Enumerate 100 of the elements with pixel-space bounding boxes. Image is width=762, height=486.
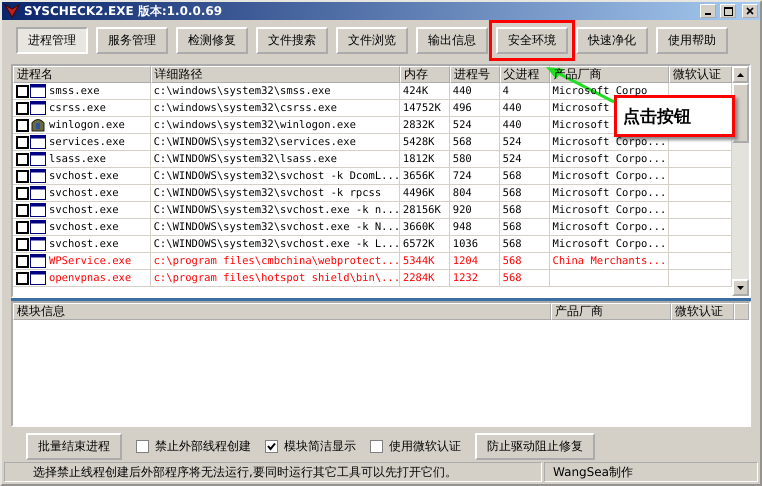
window-icon	[30, 203, 46, 217]
window-icon	[30, 169, 46, 183]
minimize-button[interactable]	[700, 4, 716, 18]
column-header[interactable]: 模块信息	[13, 303, 551, 320]
checkbox[interactable]	[265, 440, 278, 452]
table-cell: 524	[502, 153, 522, 165]
column-header[interactable]: 产品厂商	[551, 303, 671, 320]
checkbox[interactable]	[136, 440, 149, 452]
table-cell: Microsoft	[552, 119, 610, 131]
table-cell: 524	[502, 136, 522, 148]
column-header[interactable]: 进程号	[450, 66, 500, 83]
action-button[interactable]: 批量结束进程	[26, 432, 122, 460]
table-cell: 4	[502, 85, 509, 97]
column-header[interactable]: 微软认证	[671, 303, 734, 320]
checkbox[interactable]	[16, 220, 29, 234]
table-cell: 568	[502, 238, 522, 250]
window-icon	[30, 84, 46, 98]
table-cell: Microsoft Corpo...	[552, 170, 666, 182]
checkbox-label[interactable]: 禁止外部线程创建	[155, 438, 251, 454]
checkbox[interactable]	[16, 238, 29, 250]
toolbar-tab[interactable]: 使用帮助	[656, 27, 728, 54]
scroll-up-icon[interactable]	[732, 66, 749, 83]
table-cell: c:\program files\hotspot shield\bin\...	[154, 272, 399, 284]
checkbox-label[interactable]: 模块简洁显示	[284, 438, 356, 454]
table-cell: 568	[502, 170, 522, 182]
window-icon	[30, 101, 46, 115]
table-cell: 804	[452, 187, 472, 199]
checkbox[interactable]	[16, 204, 29, 216]
app-icon	[4, 4, 20, 18]
close-button[interactable]	[742, 4, 758, 18]
toolbar-tab[interactable]: 文件浏览	[336, 27, 408, 54]
toolbar-tab[interactable]: 检测修复	[176, 27, 248, 54]
checkbox[interactable]	[16, 102, 29, 114]
window-icon	[30, 237, 46, 251]
toolbar-tab[interactable]: 文件搜索	[256, 27, 328, 54]
checkbox[interactable]	[16, 272, 29, 284]
table-cell: C:\WINDOWS\system32\svchost -k DcomL...	[154, 170, 399, 182]
table-cell: 2284K	[402, 272, 434, 284]
table-cell: C:\WINDOWS\system32\svchost.exe -k n...	[154, 204, 399, 216]
toolbar-tab[interactable]: 安全环境	[496, 27, 568, 54]
table-cell: 920	[452, 204, 472, 216]
toolbar-tab[interactable]: 进程管理	[16, 27, 88, 54]
table-cell: C:\WINDOWS\system32\services.exe	[154, 136, 356, 148]
shield-icon	[30, 118, 46, 132]
table-cell: 424K	[402, 85, 428, 97]
table-cell: 1812K	[402, 153, 434, 165]
table-cell: 568	[502, 255, 522, 267]
window-title: SYSCHECK2.EXE 版本:1.0.0.69	[24, 2, 224, 20]
toolbar-tab[interactable]: 服务管理	[96, 27, 168, 54]
table-cell: 440	[502, 119, 522, 131]
checkbox[interactable]	[16, 152, 29, 166]
checkbox-label[interactable]: 使用微软认证	[389, 438, 461, 454]
table-cell: c:\program files\cmbchina\webprotect...	[154, 255, 399, 267]
column-header[interactable]: 父进程	[500, 66, 550, 83]
table-cell: Microsoft	[552, 102, 610, 114]
process-name: svchost.exe	[48, 169, 119, 184]
window-icon	[30, 135, 46, 149]
checkbox[interactable]	[16, 186, 29, 200]
toolbar-tab[interactable]: 输出信息	[416, 27, 488, 54]
action-button[interactable]: 防止驱动阻止修复	[475, 432, 595, 460]
process-name: svchost.exe	[48, 237, 119, 252]
process-name: svchost.exe	[48, 203, 119, 218]
table-cell: 5428K	[402, 136, 434, 148]
column-header[interactable]: 进程名	[13, 66, 151, 83]
process-name: svchost.exe	[48, 220, 119, 235]
maximize-button[interactable]	[720, 4, 736, 18]
window-icon	[30, 254, 46, 268]
toolbar-tab[interactable]: 快速净化	[576, 27, 648, 54]
checkbox[interactable]	[16, 254, 29, 268]
table-cell: 568	[502, 272, 522, 284]
process-name: smss.exe	[48, 84, 100, 99]
table-cell: 2832K	[402, 119, 434, 131]
table-cell: 6572K	[402, 238, 434, 250]
status-text: WangSea制作	[544, 462, 758, 482]
table-cell: China Merchants...	[552, 255, 666, 267]
table-cell: Microsoft Corpo...	[552, 221, 666, 233]
scrollbar[interactable]	[732, 66, 749, 296]
table-cell: Microsoft Corpo...	[552, 187, 666, 199]
column-header[interactable]: 内存	[400, 66, 450, 83]
table-cell: c:\windows\system32\csrss.exe	[154, 102, 337, 114]
table-cell: 948	[452, 221, 472, 233]
process-name: csrss.exe	[48, 101, 106, 116]
table-cell: C:\WINDOWS\system32\svchost.exe -k L...	[154, 238, 399, 250]
checkbox[interactable]	[370, 440, 383, 452]
table-cell: 568	[502, 204, 522, 216]
table-cell: C:\WINDOWS\system32\lsass.exe	[154, 153, 337, 165]
checkbox[interactable]	[16, 170, 29, 182]
scroll-down-icon[interactable]	[732, 279, 749, 296]
table-cell: 28156K	[402, 204, 441, 216]
table-cell: C:\WINDOWS\system32\svchost -k rpcss	[154, 187, 382, 199]
column-header[interactable]: 详细路径	[150, 66, 400, 83]
table-cell: Microsoft Corpo...	[552, 204, 666, 216]
checkbox[interactable]	[16, 84, 29, 98]
table-cell: 14752K	[402, 102, 441, 114]
table-cell: C:\WINDOWS\system32\svchost.exe -k N...	[154, 221, 399, 233]
column-header[interactable]: 微软认证	[669, 66, 732, 83]
checkbox[interactable]	[16, 136, 29, 148]
table-cell: Microsoft Corpo...	[552, 238, 666, 250]
checkbox[interactable]	[16, 118, 29, 132]
status-text: 选择禁止线程创建后外部程序将无法运行,要同时运行其它工具可以先打开它们。	[4, 462, 542, 482]
